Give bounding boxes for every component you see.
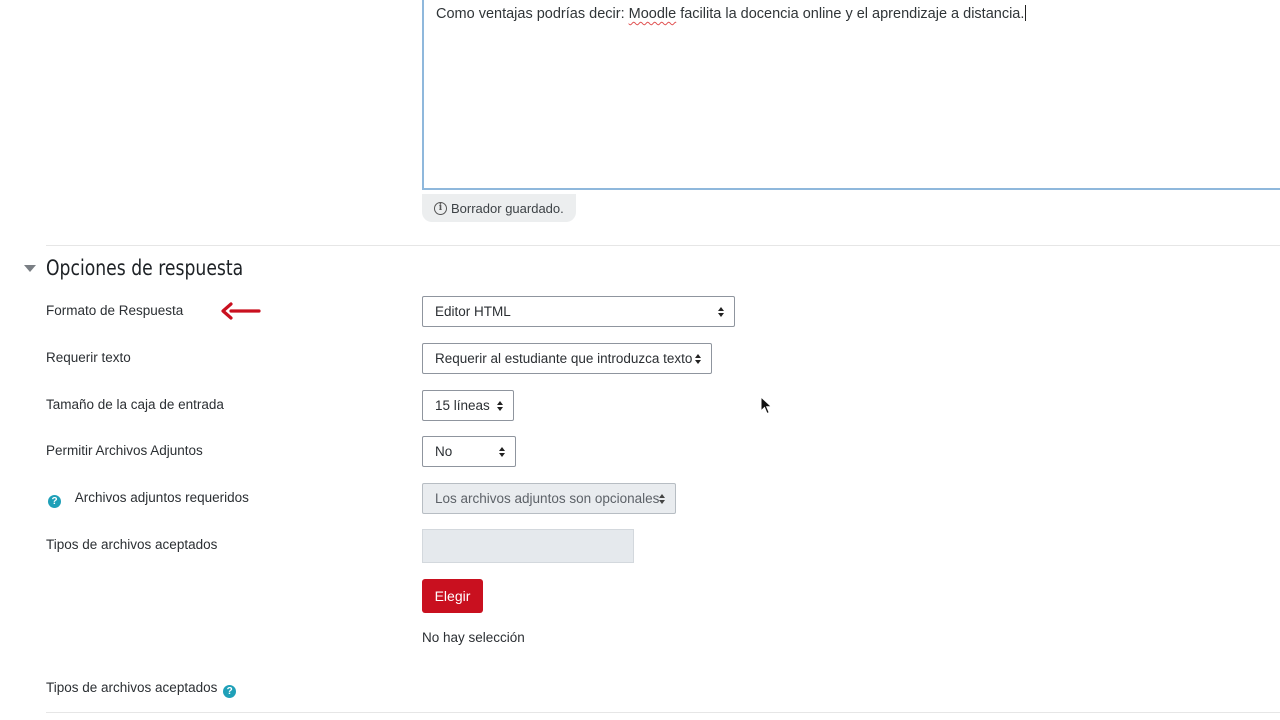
editor-text-after: facilita la docencia online y el aprendi… [676, 6, 1025, 22]
input-box-size-value: 15 líneas [435, 398, 490, 413]
editor-text-before: Como ventajas podrías decir: [436, 6, 629, 22]
help-icon[interactable]: ? [223, 685, 237, 698]
section-header-response-options[interactable]: Opciones de respuesta [24, 256, 287, 280]
required-attachments-label-row: ? Archivos adjuntos requeridos [48, 490, 249, 508]
allow-attachments-label: Permitir Archivos Adjuntos [46, 443, 203, 458]
red-arrow-icon [221, 302, 261, 320]
help-icon[interactable]: ? [48, 495, 61, 508]
section-divider-bottom [46, 712, 1280, 713]
section-title: Opciones de respuesta [46, 256, 244, 280]
require-text-select[interactable]: Requerir al estudiante que introduzca te… [422, 343, 712, 374]
select-arrows-icon [659, 493, 665, 504]
require-text-label: Requerir texto [46, 350, 131, 365]
required-attachments-value: Los archivos adjuntos son opcionales [435, 491, 660, 506]
required-attachments-select: Los archivos adjuntos son opcionales [422, 483, 676, 514]
allow-attachments-select[interactable]: No [422, 436, 516, 467]
mouse-pointer-icon [760, 396, 773, 415]
accepted-filetypes-box [422, 529, 634, 563]
select-arrows-icon [718, 306, 724, 317]
page: Como ventajas podrías decir: Moodle faci… [0, 0, 1280, 720]
required-attachments-label: Archivos adjuntos requeridos [74, 490, 249, 505]
draft-saved-text: Borrador guardado. [451, 200, 564, 216]
allow-attachments-value: No [435, 444, 453, 459]
editor-content: Como ventajas podrías decir: Moodle faci… [436, 5, 1027, 22]
response-format-label: Formato de Respuesta [46, 303, 184, 318]
accepted-filetypes-help-row: Tipos de archivos aceptados ? [46, 680, 237, 698]
input-box-size-label: Tamaño de la caja de entrada [46, 397, 224, 412]
select-arrows-icon [499, 446, 505, 457]
accepted-filetypes-label: Tipos de archivos aceptados [46, 537, 218, 552]
editor-text-misspelled: Moodle [628, 6, 677, 22]
input-box-size-select[interactable]: 15 líneas [422, 390, 514, 421]
response-format-value: Editor HTML [435, 304, 511, 319]
response-editor[interactable]: Como ventajas podrías decir: Moodle faci… [422, 0, 1280, 190]
section-divider-top [46, 245, 1280, 246]
no-selection-text: No hay selección [422, 630, 525, 645]
select-arrows-icon [497, 400, 503, 411]
draft-saved-badge: i Borrador guardado. [422, 194, 576, 222]
response-format-select[interactable]: Editor HTML [422, 296, 735, 327]
info-icon: i [434, 201, 447, 215]
text-caret [1025, 5, 1027, 21]
collapse-caret-icon[interactable] [24, 265, 36, 272]
accepted-filetypes-label-2: Tipos de archivos aceptados [46, 680, 218, 695]
select-arrows-icon [695, 353, 701, 364]
choose-button[interactable]: Elegir [422, 579, 483, 613]
require-text-value: Requerir al estudiante que introduzca te… [435, 351, 693, 366]
